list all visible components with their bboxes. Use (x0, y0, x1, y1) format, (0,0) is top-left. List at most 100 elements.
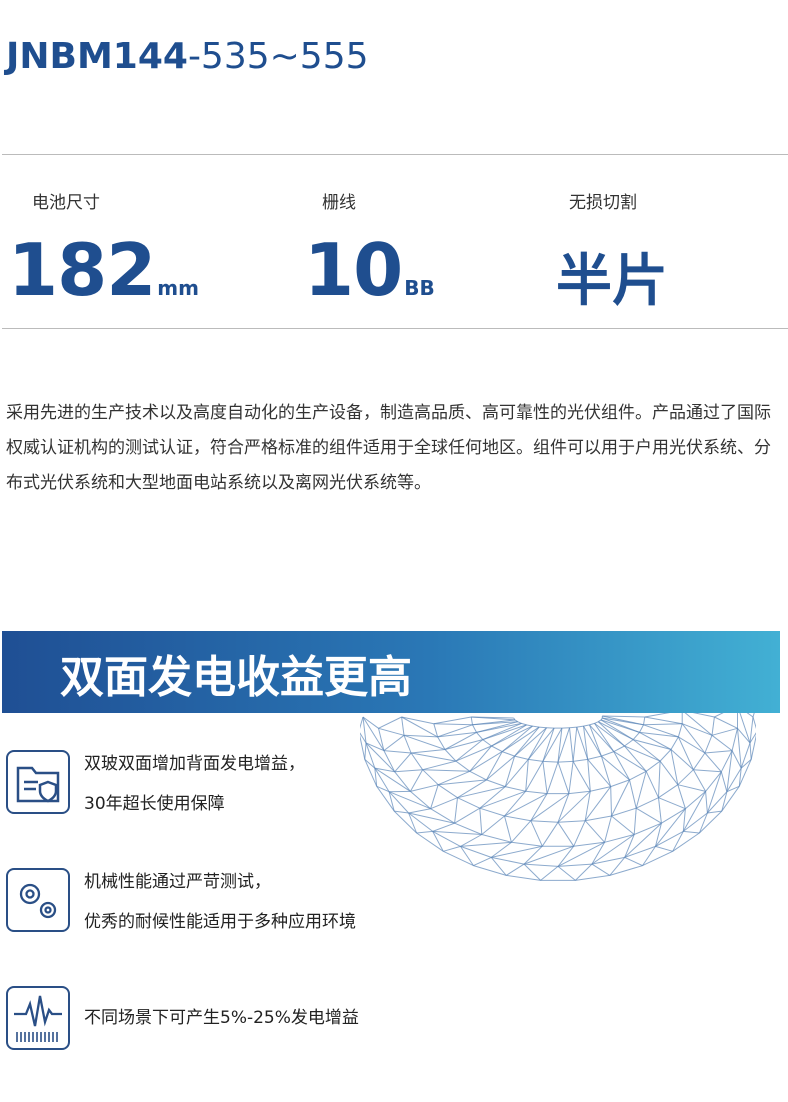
dome-line (437, 784, 458, 799)
dome-line (433, 716, 472, 725)
feature-2-text: 机械性能通过严苛测试， 优秀的耐候性能适用于多种应用环境 (84, 872, 356, 932)
dome-line (481, 815, 505, 835)
dome-line (685, 791, 706, 810)
dome-line (526, 724, 533, 727)
dome-line (714, 713, 724, 718)
dome-line (403, 735, 412, 754)
dome-line (752, 716, 756, 729)
dome-line (587, 755, 602, 760)
dome-line (604, 815, 612, 843)
dome-line (378, 727, 405, 736)
dome-line (699, 810, 723, 834)
dome-line (506, 874, 541, 881)
dome-line (383, 734, 405, 751)
dome-line (469, 770, 487, 781)
dome-line (658, 761, 661, 798)
dome-line (443, 845, 461, 852)
dome-line (540, 866, 559, 881)
dome-line (643, 723, 683, 726)
dome-line (635, 807, 662, 824)
dome-line (624, 745, 661, 762)
divider-top (2, 154, 788, 155)
dome-line (569, 726, 577, 729)
dome-line (602, 715, 645, 718)
dome-line (511, 841, 543, 847)
feature-3-text: 不同场景下可产生5%-25%发电增益 (84, 1008, 359, 1028)
dome-line (394, 769, 423, 773)
dome-line (692, 769, 707, 792)
dome-line (541, 822, 559, 847)
dome-line (430, 797, 458, 810)
dome-line (658, 797, 662, 824)
dome-line (476, 732, 484, 740)
dome-line (706, 771, 722, 814)
dome-line (504, 759, 529, 787)
dome-line (524, 863, 559, 867)
dome-line (704, 752, 722, 773)
dome-line (388, 791, 431, 810)
dome-line (635, 771, 647, 809)
dome-line (658, 797, 686, 810)
dome-line (455, 745, 492, 762)
dome-line (482, 739, 492, 747)
dome-line (589, 722, 595, 726)
dome-line (670, 736, 679, 750)
dome-line (624, 845, 656, 858)
dome-line (410, 791, 431, 810)
dome-line (422, 769, 470, 772)
dome-line (557, 866, 576, 881)
dome-line (573, 820, 586, 847)
dome-line (433, 723, 473, 726)
dome-line (731, 728, 738, 751)
dome-line (411, 749, 446, 754)
dome-line (378, 716, 402, 729)
dome-line (661, 808, 686, 824)
spec-value-cell-size: 182 mm (8, 228, 199, 312)
dome-line (677, 769, 694, 786)
dome-line (360, 716, 364, 729)
dome-line (644, 713, 670, 718)
dome-line (473, 865, 507, 876)
dome-line (530, 820, 543, 847)
model-power-range: -535~555 (187, 36, 369, 77)
dome-line (401, 716, 405, 736)
dome-line (711, 716, 715, 736)
dome-line (600, 719, 634, 741)
dome-line (422, 760, 457, 771)
spec-label-cutting: 无损切割 (569, 193, 637, 213)
dome-line (416, 830, 433, 834)
dome-line (589, 724, 602, 757)
dome-line (601, 751, 614, 757)
dome-line (749, 742, 752, 760)
dome-line (469, 745, 492, 772)
dome-line (752, 713, 755, 718)
dome-line (460, 841, 512, 847)
dome-line (583, 725, 602, 757)
dome-line (629, 779, 637, 809)
spec-label-cell-size: 电池尺寸 (32, 193, 100, 213)
dome-line (486, 755, 515, 781)
dome-line (705, 771, 722, 792)
dome-line (409, 769, 424, 792)
dome-line (557, 863, 592, 867)
dome-line (401, 716, 434, 725)
dome-line (575, 874, 610, 881)
dome-line (624, 856, 643, 867)
dome-line (645, 760, 661, 772)
dome-line (416, 832, 444, 852)
dome-line (394, 771, 411, 792)
dome-line (525, 790, 548, 795)
dome-line (504, 815, 531, 822)
dome-line (383, 750, 396, 773)
dome-line (444, 731, 477, 750)
dome-line (692, 752, 706, 770)
dome-line (511, 820, 532, 843)
dome-line (523, 845, 543, 865)
dome-line (360, 734, 366, 760)
dome-line (643, 716, 646, 725)
feature-1-text: 双玻双面增加背面发电增益， 30年超长使用保障 (84, 754, 305, 814)
dome-line (591, 863, 611, 876)
dome-line (601, 755, 630, 781)
dome-line (677, 784, 706, 792)
dome-line (364, 742, 367, 760)
